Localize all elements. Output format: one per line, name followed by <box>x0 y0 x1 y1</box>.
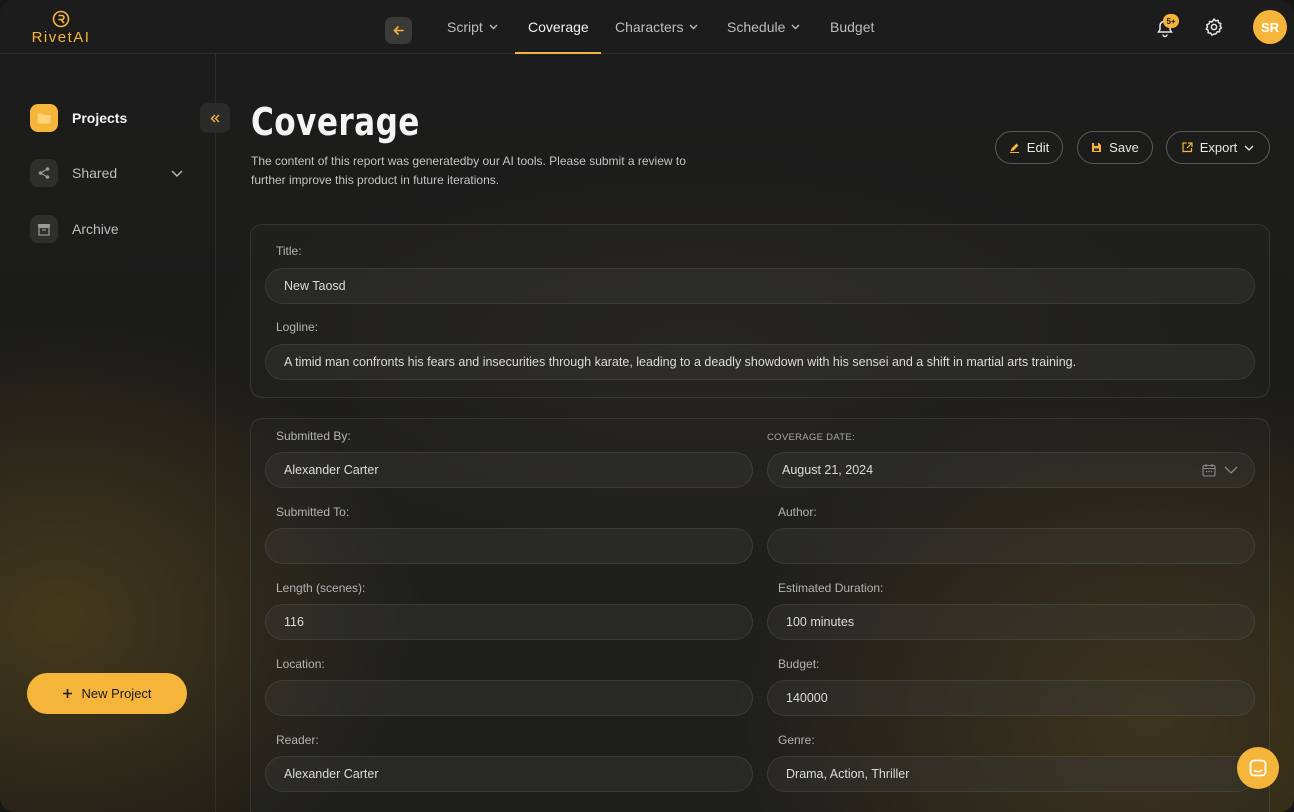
sidebar-item-label: Projects <box>72 110 128 126</box>
active-tab-indicator <box>515 52 601 54</box>
nav-script-label: Script <box>447 19 483 35</box>
sidebar-item-projects[interactable]: Projects <box>30 104 127 132</box>
logo-icon <box>52 10 70 28</box>
notification-badge: 5+ <box>1163 14 1179 28</box>
coverage-date-label: COVERAGE DATE: <box>767 432 855 443</box>
chevron-down-icon <box>489 24 498 30</box>
nav-budget[interactable]: Budget <box>830 0 874 54</box>
author-field[interactable] <box>767 528 1255 564</box>
genre-label: Genre: <box>778 733 815 747</box>
app-window: RivetAI Script Coverage Characters Sched… <box>0 0 1294 812</box>
share-icon <box>30 159 58 187</box>
nav-budget-label: Budget <box>830 19 875 35</box>
archive-icon <box>30 215 58 243</box>
floppy-icon <box>1092 143 1102 152</box>
nav-coverage-label: Coverage <box>528 19 589 35</box>
chevron-down-icon[interactable] <box>171 170 183 177</box>
coverage-date-field[interactable]: August 21, 2024 <box>767 452 1255 488</box>
nav-schedule[interactable]: Schedule <box>727 0 800 54</box>
sidebar: Projects Shared Archive New Project <box>0 54 216 812</box>
calendar-icon[interactable] <box>1202 463 1216 477</box>
edit-label: Edit <box>1026 140 1050 155</box>
length-label: Length (scenes): <box>276 581 366 595</box>
submitted-by-field[interactable]: Alexander Carter <box>265 452 753 488</box>
export-button[interactable]: Export <box>1166 131 1270 164</box>
gear-icon[interactable] <box>1204 17 1224 37</box>
duration-label: Estimated Duration: <box>778 581 884 595</box>
location-field[interactable] <box>265 680 753 716</box>
brand-logo[interactable]: RivetAI <box>28 10 94 46</box>
new-project-button[interactable]: New Project <box>27 673 187 714</box>
chevron-down-icon[interactable] <box>1224 466 1238 474</box>
folder-icon <box>30 104 58 132</box>
collapse-sidebar-button[interactable] <box>200 103 230 133</box>
chat-support-button[interactable] <box>1237 747 1279 789</box>
sidebar-item-label: Archive <box>72 221 119 237</box>
length-field[interactable]: 116 <box>265 604 753 640</box>
logline-label: Logline: <box>276 320 319 334</box>
nav-coverage[interactable]: Coverage <box>528 0 589 54</box>
sidebar-item-shared[interactable]: Shared <box>30 159 183 187</box>
brand-name: RivetAI <box>31 29 91 46</box>
budget-label: Budget: <box>778 657 820 671</box>
submitted-by-label: Submitted By: <box>276 429 351 443</box>
edit-button[interactable]: Edit <box>995 131 1063 164</box>
title-field[interactable]: New Taosd <box>265 268 1255 304</box>
arrow-left-icon <box>393 26 404 35</box>
sidebar-item-label: Shared <box>72 165 118 181</box>
sidebar-item-archive[interactable]: Archive <box>30 215 119 243</box>
nav-characters[interactable]: Characters <box>615 0 698 54</box>
reader-label: Reader: <box>276 733 319 747</box>
pencil-icon <box>1009 143 1019 153</box>
plus-icon <box>63 689 73 698</box>
duration-field[interactable]: 100 minutes <box>767 604 1255 640</box>
chevron-down-icon <box>1244 145 1254 151</box>
chevron-down-icon <box>791 24 800 30</box>
logline-field[interactable]: A timid man confronts his fears and inse… <box>265 344 1255 380</box>
top-bar: RivetAI Script Coverage Characters Sched… <box>0 0 1294 54</box>
chat-icon <box>1249 759 1267 777</box>
double-chevron-left-icon <box>210 114 220 122</box>
genre-field[interactable]: Drama, Action, Thriller <box>767 756 1255 792</box>
save-button[interactable]: Save <box>1077 131 1153 164</box>
user-avatar[interactable]: SR <box>1253 10 1287 44</box>
page-title: Coverage <box>251 100 420 144</box>
title-label: Title: <box>276 244 302 258</box>
author-label: Author: <box>778 505 817 519</box>
budget-field[interactable]: 140000 <box>767 680 1255 716</box>
submitted-to-field[interactable] <box>265 528 753 564</box>
nav-script[interactable]: Script <box>447 0 498 54</box>
location-label: Location: <box>276 657 325 671</box>
chevron-down-icon <box>689 24 698 30</box>
nav-characters-label: Characters <box>615 19 684 35</box>
new-project-label: New Project <box>81 686 152 701</box>
submitted-to-label: Submitted To: <box>276 505 350 519</box>
export-icon <box>1182 142 1193 153</box>
coverage-date-value: August 21, 2024 <box>782 463 874 477</box>
page-description: The content of this report was generated… <box>251 154 686 187</box>
back-button[interactable] <box>385 17 412 44</box>
export-label: Export <box>1199 140 1238 155</box>
nav-schedule-label: Schedule <box>727 19 786 35</box>
save-label: Save <box>1109 140 1139 155</box>
reader-field[interactable]: Alexander Carter <box>265 756 753 792</box>
